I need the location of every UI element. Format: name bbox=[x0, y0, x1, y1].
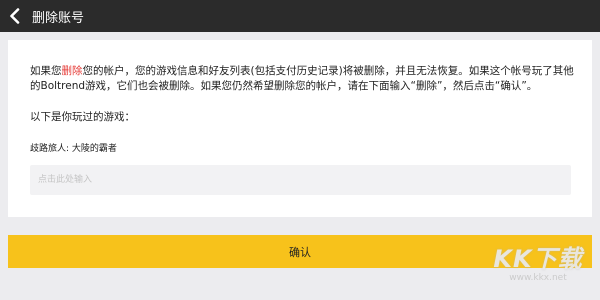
warning-text-after: 您的帐户，您的游戏信息和好友列表(包括支付历史记录)将被删除，并且无法恢复。如果… bbox=[30, 65, 574, 92]
games-heading: 以下是你玩过的游戏： bbox=[30, 111, 135, 123]
warning-highlight: 删除 bbox=[61, 65, 83, 77]
confirm-text-input[interactable] bbox=[30, 165, 571, 195]
warning-text-before: 如果您 bbox=[30, 65, 62, 77]
warning-text: 如果您删除您的帐户，您的游戏信息和好友列表(包括支付历史记录)将被删除，并且无法… bbox=[30, 64, 578, 94]
content-card: 如果您删除您的帐户，您的游戏信息和好友列表(包括支付历史记录)将被删除，并且无法… bbox=[8, 40, 592, 217]
top-bar: 删除账号 bbox=[0, 0, 600, 32]
page-title: 删除账号 bbox=[32, 10, 85, 26]
chevron-left-icon bbox=[10, 8, 20, 24]
back-button[interactable] bbox=[0, 0, 30, 32]
game-list-item: 歧路旅人: 大陵的霸者 bbox=[30, 144, 117, 154]
confirm-button[interactable]: 确认 bbox=[8, 235, 592, 268]
watermark-url: www.kkx.net bbox=[509, 273, 567, 283]
